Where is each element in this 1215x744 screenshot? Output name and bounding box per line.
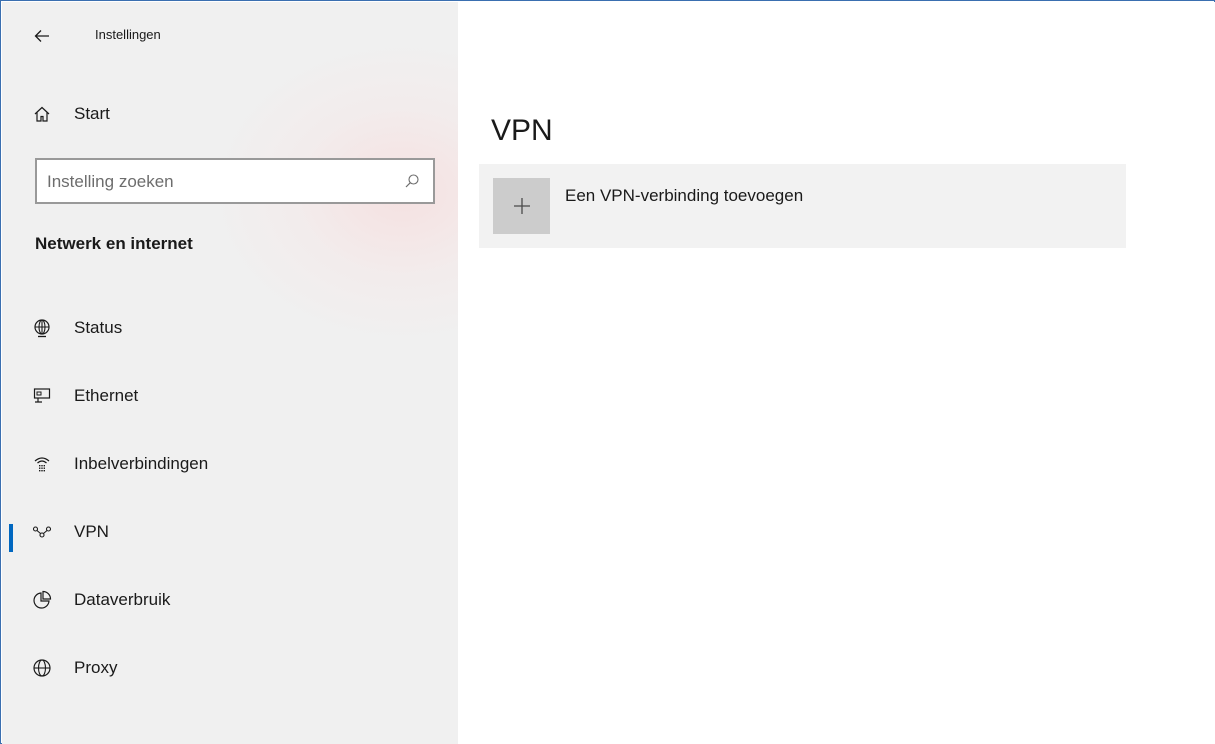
- ethernet-icon: [31, 385, 53, 407]
- add-vpn-label: Een VPN-verbinding toevoegen: [565, 186, 804, 205]
- home-icon: [31, 103, 53, 125]
- sidebar-item-start[interactable]: Start: [2, 94, 458, 134]
- pie-chart-icon: [31, 589, 53, 611]
- sidebar-item-dataverbruik[interactable]: Dataverbruik: [2, 580, 458, 620]
- search-field[interactable]: [35, 158, 435, 204]
- add-vpn-connection-button[interactable]: Een VPN-verbinding toevoegen: [479, 164, 1126, 248]
- sidebar-item-label: Status: [74, 318, 123, 337]
- back-button[interactable]: [28, 22, 56, 50]
- sidebar-item-status[interactable]: Status: [2, 308, 458, 348]
- section-heading: Netwerk en internet: [35, 234, 193, 253]
- globe-icon: [31, 657, 53, 679]
- plus-icon: [513, 198, 530, 214]
- search-icon[interactable]: [401, 170, 423, 192]
- sidebar-item-label: Ethernet: [74, 386, 139, 405]
- search-input[interactable]: [45, 168, 389, 196]
- sidebar-item-vpn[interactable]: VPN: [2, 512, 458, 552]
- sidebar-item-label: VPN: [74, 522, 109, 541]
- vpn-icon: [31, 521, 53, 543]
- sidebar: Instellingen Start Netwerk en internet: [2, 2, 458, 744]
- selection-indicator: [9, 524, 13, 552]
- settings-window: Instellingen Start Netwerk en internet: [0, 0, 1215, 744]
- sidebar-item-label: Proxy: [74, 658, 118, 677]
- dialup-icon: [31, 453, 53, 475]
- sidebar-item-inbelverbindingen[interactable]: Inbelverbindingen: [2, 444, 458, 484]
- sidebar-item-label: Inbelverbindingen: [74, 454, 209, 473]
- add-tile: [493, 178, 550, 234]
- app-title: Instellingen: [95, 27, 161, 42]
- arrow-left-icon: [34, 30, 49, 42]
- sidebar-item-ethernet[interactable]: Ethernet: [2, 376, 458, 416]
- main-content: VPN Een VPN-verbinding toevoegen: [458, 2, 1215, 744]
- sidebar-item-label: Start: [74, 104, 110, 123]
- sidebar-item-proxy[interactable]: Proxy: [2, 648, 458, 688]
- page-title: VPN: [491, 114, 553, 148]
- globe-status-icon: [31, 317, 53, 339]
- sidebar-item-label: Dataverbruik: [74, 590, 171, 609]
